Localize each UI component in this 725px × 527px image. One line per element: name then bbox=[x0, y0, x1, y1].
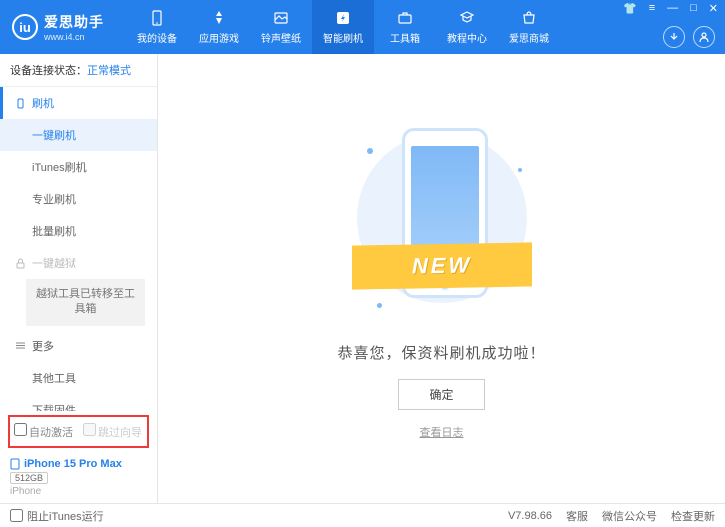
nav-ringtone[interactable]: 铃声壁纸 bbox=[250, 0, 312, 54]
footer-update[interactable]: 检查更新 bbox=[671, 508, 715, 524]
user-button[interactable] bbox=[693, 26, 715, 48]
new-ribbon: NEW bbox=[352, 242, 532, 289]
menu-jailbreak-note: 越狱工具已转移至工具箱 bbox=[26, 279, 145, 326]
menu-itunes-flash[interactable]: iTunes刷机 bbox=[0, 151, 157, 183]
download-button[interactable] bbox=[663, 26, 685, 48]
maximize-icon[interactable]: □ bbox=[687, 1, 700, 16]
options-highlight-box: 自动激活 跳过向导 bbox=[8, 415, 149, 448]
sidebar: 设备连接状态：正常模式 刷机 一键刷机 iTunes刷机 专业刷机 批量刷机 一… bbox=[0, 54, 158, 503]
device-phone-icon bbox=[10, 458, 20, 470]
menu-group-more[interactable]: 更多 bbox=[0, 330, 157, 362]
toolbox-icon bbox=[396, 9, 414, 27]
more-icon bbox=[15, 340, 26, 351]
menu-icon[interactable]: ≡ bbox=[646, 1, 658, 16]
menu-other-tools[interactable]: 其他工具 bbox=[0, 362, 157, 394]
ok-button[interactable]: 确定 bbox=[398, 379, 484, 410]
connection-status: 设备连接状态：正常模式 bbox=[0, 54, 157, 87]
main-content: NEW 恭喜您，保资料刷机成功啦！ 确定 查看日志 bbox=[158, 54, 725, 503]
auto-activate-checkbox[interactable] bbox=[14, 423, 27, 436]
success-message: 恭喜您，保资料刷机成功啦！ bbox=[337, 342, 545, 363]
flash-icon bbox=[334, 9, 352, 27]
nav-apps[interactable]: 应用游戏 bbox=[188, 0, 250, 54]
success-illustration: NEW bbox=[362, 118, 522, 328]
footer: 阻止iTunes运行 V7.98.66 客服 微信公众号 检查更新 bbox=[0, 503, 725, 527]
menu-batch-flash[interactable]: 批量刷机 bbox=[0, 215, 157, 247]
top-nav: 我的设备 应用游戏 铃声壁纸 智能刷机 工具箱 教程中心 爱思商城 bbox=[126, 0, 560, 54]
skip-guide-checkbox bbox=[83, 423, 96, 436]
window-controls: 👕 ≡ — □ ✕ bbox=[620, 1, 721, 16]
skin-icon[interactable]: 👕 bbox=[620, 1, 640, 16]
menu-download-firmware[interactable]: 下载固件 bbox=[0, 394, 157, 411]
app-url: www.i4.cn bbox=[44, 32, 104, 42]
nav-toolbox[interactable]: 工具箱 bbox=[374, 0, 436, 54]
apps-icon bbox=[210, 9, 228, 27]
menu-group-flash[interactable]: 刷机 bbox=[0, 87, 157, 119]
menu-group-jailbreak: 一键越狱 bbox=[0, 247, 157, 279]
menu-pro-flash[interactable]: 专业刷机 bbox=[0, 183, 157, 215]
footer-wechat[interactable]: 微信公众号 bbox=[602, 508, 657, 524]
logo-area: iu 爱思助手 www.i4.cn bbox=[0, 12, 116, 42]
wallpaper-icon bbox=[272, 9, 290, 27]
footer-service[interactable]: 客服 bbox=[566, 508, 588, 524]
auto-activate-option[interactable]: 自动激活 bbox=[14, 423, 73, 440]
minimize-icon[interactable]: — bbox=[664, 1, 681, 16]
nav-my-device[interactable]: 我的设备 bbox=[126, 0, 188, 54]
device-icon bbox=[148, 9, 166, 27]
phone-small-icon bbox=[15, 98, 26, 109]
store-icon bbox=[520, 9, 538, 27]
close-icon[interactable]: ✕ bbox=[706, 1, 721, 16]
device-storage: 512GB bbox=[10, 472, 48, 484]
block-itunes-label: 阻止iTunes运行 bbox=[27, 508, 104, 524]
header-right-buttons bbox=[663, 26, 715, 48]
version-label: V7.98.66 bbox=[508, 510, 552, 522]
logo-icon: iu bbox=[12, 14, 38, 40]
skip-guide-option: 跳过向导 bbox=[83, 423, 142, 440]
menu-onekey-flash[interactable]: 一键刷机 bbox=[0, 119, 157, 151]
nav-store[interactable]: 爱思商城 bbox=[498, 0, 560, 54]
device-name[interactable]: iPhone 15 Pro Max bbox=[10, 458, 147, 470]
app-name: 爱思助手 bbox=[44, 12, 104, 32]
nav-flash[interactable]: 智能刷机 bbox=[312, 0, 374, 54]
device-info: iPhone 15 Pro Max 512GB iPhone bbox=[0, 452, 157, 503]
device-type: iPhone bbox=[10, 486, 147, 497]
app-header: iu 爱思助手 www.i4.cn 我的设备 应用游戏 铃声壁纸 智能刷机 工具… bbox=[0, 0, 725, 54]
view-log-link[interactable]: 查看日志 bbox=[420, 424, 464, 440]
block-itunes-checkbox[interactable] bbox=[10, 509, 23, 522]
tutorial-icon bbox=[458, 9, 476, 27]
lock-icon bbox=[15, 258, 26, 269]
nav-tutorial[interactable]: 教程中心 bbox=[436, 0, 498, 54]
